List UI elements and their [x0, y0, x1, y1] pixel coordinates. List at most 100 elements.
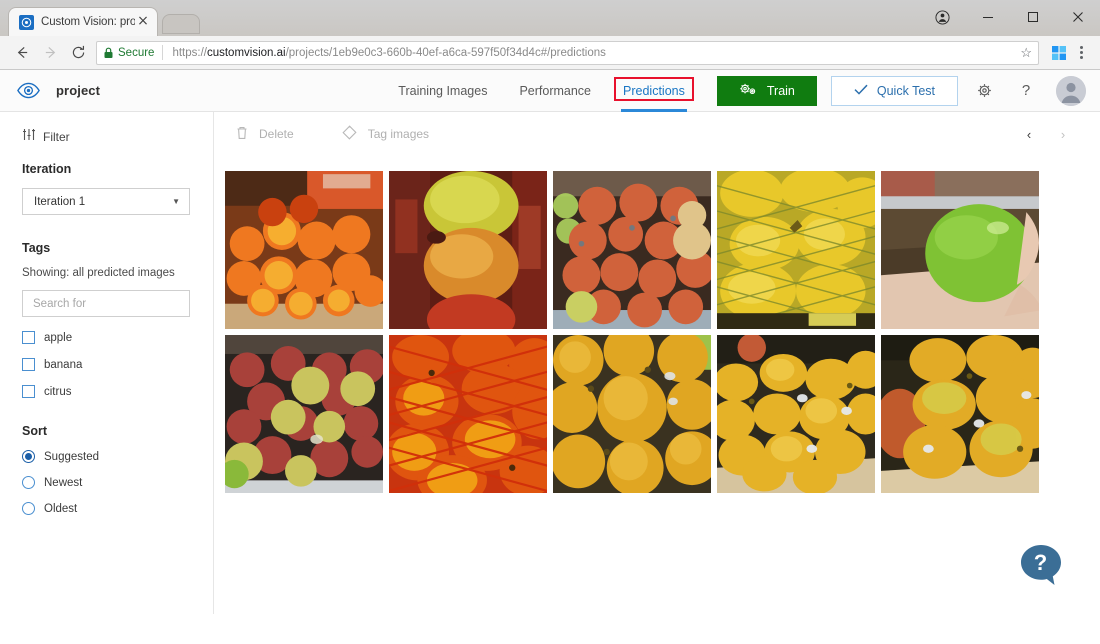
tag-checkbox-apple[interactable]: apple	[22, 331, 213, 344]
sort-heading: Sort	[22, 424, 213, 438]
prediction-image-grid	[214, 156, 1100, 493]
window-minimize-button[interactable]	[965, 0, 1010, 34]
gears-icon	[739, 82, 758, 100]
tab-predictions[interactable]: Predictions	[607, 70, 701, 112]
browser-chrome: Custom Vision: project - ×	[0, 0, 1100, 70]
window-close-button[interactable]	[1055, 0, 1100, 34]
tag-images-label: Tag images	[368, 127, 429, 141]
tab-close-icon[interactable]: ×	[135, 14, 151, 30]
bookmark-star-icon[interactable]: ☆	[1020, 45, 1032, 61]
prediction-thumbnail[interactable]	[717, 171, 875, 329]
tag-images-button[interactable]: Tag images	[332, 119, 439, 149]
prediction-thumbnail[interactable]	[225, 335, 383, 493]
sort-section: Sort Suggested Newest Oldest	[22, 424, 213, 515]
back-icon[interactable]	[8, 39, 36, 67]
window-maximize-button[interactable]	[1010, 0, 1055, 34]
sidebar: Filter Iteration Iteration 1 ▼ Tags Show…	[0, 112, 214, 614]
help-icon[interactable]: ?	[1010, 75, 1042, 107]
svg-text:?: ?	[1034, 550, 1047, 575]
delete-label: Delete	[259, 127, 294, 141]
tag-icon	[342, 125, 357, 143]
tag-label-citrus: citrus	[44, 386, 71, 398]
checkbox-icon	[22, 385, 35, 398]
tab-performance[interactable]: Performance	[503, 70, 607, 112]
custom-vision-favicon-icon	[19, 15, 34, 30]
prediction-thumbnail[interactable]	[881, 335, 1039, 493]
trash-icon	[236, 126, 248, 143]
tag-search-box[interactable]	[22, 290, 190, 317]
lock-icon	[103, 47, 114, 59]
filter-icon	[22, 128, 36, 146]
tag-checkbox-citrus[interactable]: citrus	[22, 385, 213, 398]
iteration-select-value: Iteration 1	[34, 196, 85, 208]
delete-button[interactable]: Delete	[226, 119, 304, 149]
three-dot-menu-icon[interactable]	[1072, 46, 1090, 59]
tab-performance-label: Performance	[519, 84, 591, 98]
extension-icon[interactable]	[1050, 44, 1067, 61]
sort-option-newest[interactable]: Newest	[22, 476, 213, 489]
filter-label: Filter	[43, 130, 70, 144]
checkbox-icon	[22, 358, 35, 371]
radio-icon	[22, 502, 35, 515]
prediction-thumbnail[interactable]	[717, 335, 875, 493]
sort-label-newest: Newest	[44, 477, 82, 489]
prediction-thumbnail[interactable]	[553, 171, 711, 329]
url-text: https://customvision.ai/projects/1eb9e0c…	[172, 47, 1014, 59]
url-domain: customvision.ai	[207, 47, 286, 59]
train-button[interactable]: Train	[717, 76, 817, 106]
prediction-thumbnail[interactable]	[225, 171, 383, 329]
checkbox-icon	[22, 331, 35, 344]
tab-strip: Custom Vision: project - ×	[0, 0, 200, 36]
radio-icon	[22, 450, 35, 463]
content-toolbar: Delete Tag images ‹ ›	[214, 112, 1100, 156]
prediction-thumbnail[interactable]	[881, 171, 1039, 329]
help-chat-button[interactable]: ?	[1018, 542, 1064, 588]
app-nav-tabs: Training Images Performance Predictions	[382, 70, 701, 112]
tab-training-images-label: Training Images	[398, 84, 487, 98]
sort-label-oldest: Oldest	[44, 503, 77, 515]
content-area: Delete Tag images ‹ ›	[214, 112, 1100, 614]
url-scheme: https://	[172, 47, 207, 59]
prev-page-button[interactable]: ‹	[1012, 119, 1046, 149]
prediction-thumbnail[interactable]	[389, 335, 547, 493]
checkmark-icon	[854, 84, 868, 98]
prediction-thumbnail[interactable]	[389, 171, 547, 329]
browser-tab[interactable]: Custom Vision: project - ×	[8, 7, 158, 36]
gear-icon[interactable]	[968, 75, 1000, 107]
tag-checkbox-banana[interactable]: banana	[22, 358, 213, 371]
radio-icon	[22, 476, 35, 489]
quick-test-button[interactable]: Quick Test	[831, 76, 958, 106]
tag-search-input[interactable]	[33, 298, 179, 310]
brand[interactable]: project	[16, 79, 100, 103]
eye-logo-icon	[16, 79, 40, 103]
tab-title: Custom Vision: project -	[41, 16, 135, 28]
quick-test-button-label: Quick Test	[877, 84, 935, 98]
avatar[interactable]	[1056, 76, 1086, 106]
sort-option-oldest[interactable]: Oldest	[22, 502, 213, 515]
iteration-heading: Iteration	[22, 162, 213, 176]
app-header: project Training Images Performance Pred…	[0, 70, 1100, 112]
browser-toolbar: Secure https://customvision.ai/projects/…	[0, 36, 1100, 70]
next-page-button[interactable]: ›	[1046, 119, 1080, 149]
window-controls	[920, 0, 1100, 34]
tab-training-images[interactable]: Training Images	[382, 70, 503, 112]
project-name: project	[56, 83, 100, 98]
new-tab-button[interactable]	[162, 14, 200, 34]
tag-label-banana: banana	[44, 359, 82, 371]
tags-showing-label: Showing: all predicted images	[22, 267, 213, 279]
forward-icon[interactable]	[36, 39, 64, 67]
sort-option-suggested[interactable]: Suggested	[22, 450, 213, 463]
tab-predictions-label: Predictions	[623, 84, 685, 98]
chevron-down-icon: ▼	[172, 197, 180, 206]
profile-icon[interactable]	[920, 0, 965, 34]
address-bar[interactable]: Secure https://customvision.ai/projects/…	[96, 41, 1039, 65]
filter-control[interactable]: Filter	[22, 128, 213, 146]
app-body: Filter Iteration Iteration 1 ▼ Tags Show…	[0, 112, 1100, 614]
tag-label-apple: apple	[44, 332, 72, 344]
reload-icon[interactable]	[64, 39, 92, 67]
prediction-thumbnail[interactable]	[553, 335, 711, 493]
iteration-select[interactable]: Iteration 1 ▼	[22, 188, 190, 215]
train-button-label: Train	[767, 84, 795, 98]
tags-heading: Tags	[22, 241, 213, 255]
url-path: /projects/1eb9e0c3-660b-40ef-a6ca-597f50…	[286, 47, 606, 59]
